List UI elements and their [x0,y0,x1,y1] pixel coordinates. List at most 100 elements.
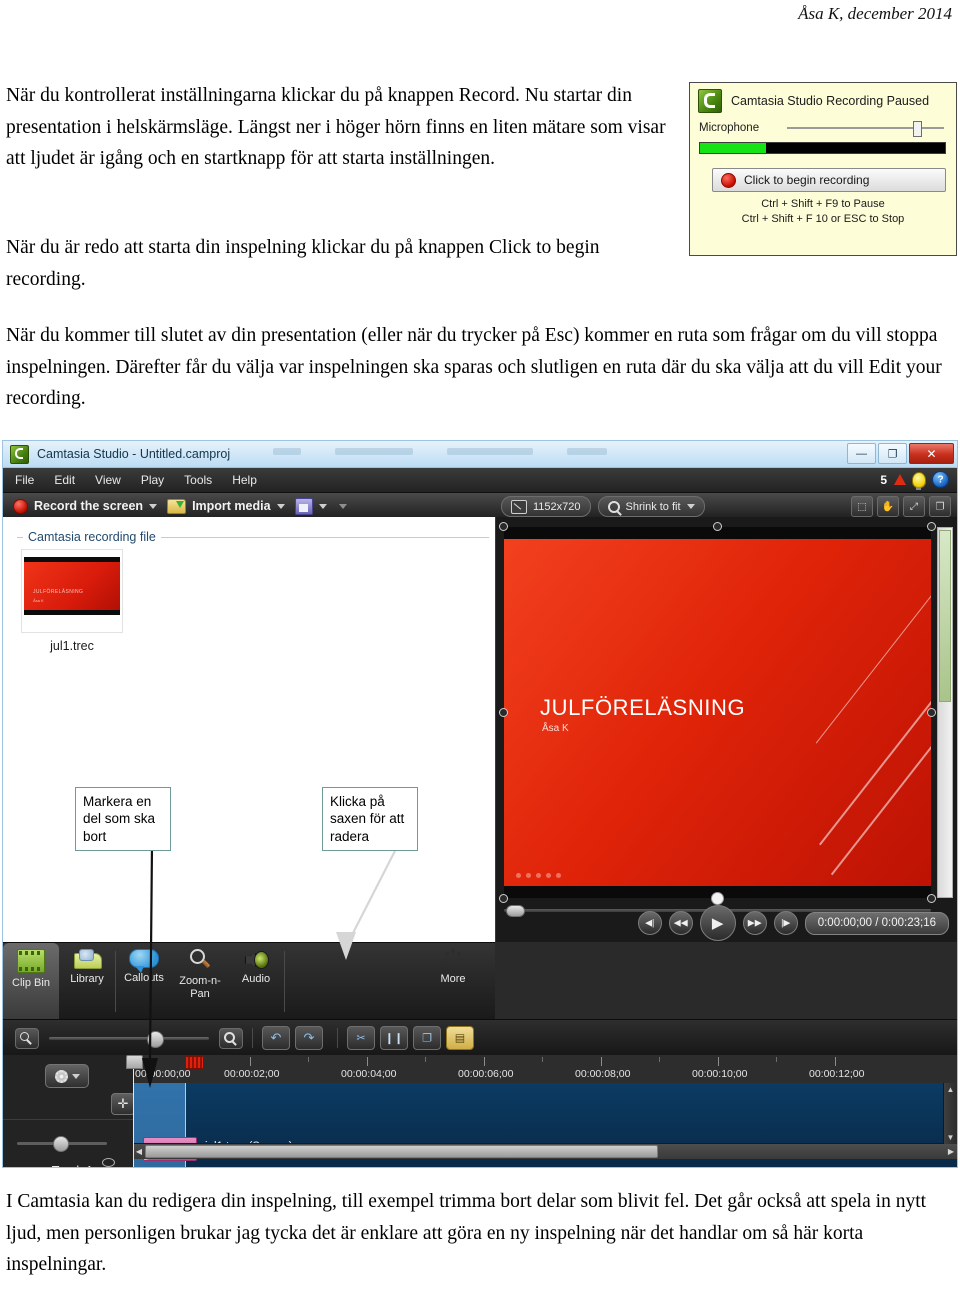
produce-and-share-button[interactable] [294,497,347,515]
markers-folder-button[interactable]: ▤ [446,1026,474,1050]
hint-pause: Ctrl + Shift + F9 to Pause [761,198,885,210]
clip-thumbnail-title: JULFÖRELÄSNING [33,589,84,595]
zoom-slider-knob[interactable] [147,1030,164,1048]
menu-item-help[interactable]: Help [232,473,257,487]
ghost-tab [335,448,413,455]
scroll-right-button[interactable]: ▶ [946,1146,956,1157]
canvas-dimensions-button[interactable]: 1152x720 [501,496,591,517]
close-button[interactable]: ✕ [909,443,954,464]
timeline-playhead[interactable] [126,1055,143,1167]
zoom-in-icon[interactable] [219,1027,243,1049]
chevron-down-icon[interactable] [149,503,158,509]
audio-waveform [133,1159,953,1168]
chevron-down-icon[interactable] [71,1073,80,1079]
menu-item-tools[interactable]: Tools [184,473,212,487]
rewind-button[interactable]: ◀◀ [668,911,693,935]
scroll-up-button[interactable]: ▲ [944,1085,957,1094]
maximize-button[interactable]: ❐ [878,443,907,464]
split-button[interactable]: ❙❙ [380,1026,408,1050]
track-height-slider[interactable] [17,1136,107,1152]
tab-audio[interactable]: Audio [228,943,284,1020]
tips-bulb-icon[interactable] [912,471,926,490]
timeline-marker[interactable] [185,1056,204,1069]
scroll-left-button[interactable]: ◀ [134,1146,144,1157]
menu-item-edit[interactable]: Edit [54,473,75,487]
clip-bin-group-label: Camtasia recording file [23,530,161,544]
canvas-resize-handle-tr[interactable] [927,522,936,531]
scroll-down-button[interactable]: ▼ [944,1133,957,1142]
scrollbar-thumb[interactable] [939,530,951,702]
microphone-volume-slider[interactable] [787,121,944,137]
canvas-resize-handle-tl[interactable] [499,522,508,531]
paragraph-begin-recording: När du är redo att starta din inspelning… [6,237,600,290]
tab-more[interactable]: More [425,943,481,1020]
cut-scissors-button[interactable]: ✂ [347,1026,375,1050]
timeline-ruler[interactable]: 00:00:00;00 00:00:02;00 00:00:04;00 00:0… [133,1055,957,1084]
timeline-body[interactable]: 00:00:00;00 00:00:02;00 00:00:04;00 00:0… [126,1055,957,1168]
tool-tab-strip: Clip Bin Library Callouts Zoom-n-Pan Aud… [3,942,495,1020]
import-media-button[interactable]: Import media [167,498,285,514]
undo-button[interactable]: ↶ [262,1026,290,1050]
fast-forward-button[interactable]: ▶▶ [742,911,767,935]
canvas-resize-handle-br[interactable] [927,894,936,903]
play-button[interactable]: ▶ [699,905,736,941]
chevron-down-icon[interactable] [686,504,695,509]
record-dot-icon [721,172,736,188]
zoom-out-icon[interactable] [15,1027,39,1049]
slider-knob[interactable] [913,121,922,137]
scrollbar-thumb[interactable] [145,1145,658,1158]
import-media-label: Import media [192,499,271,513]
canvas-resize-handle-tc[interactable] [712,522,722,531]
timeline-horizontal-scrollbar[interactable]: ◀ ▶ [133,1143,957,1159]
menu-item-file[interactable]: File [15,473,34,487]
tab-library[interactable]: Library [59,943,115,1020]
timeline-vertical-scrollbar[interactable]: ▲ ▼ [943,1083,957,1144]
slider-knob[interactable] [53,1136,69,1152]
alert-cone-icon[interactable] [893,473,906,486]
fit-to-window-button[interactable]: ⤢ [903,496,925,517]
annotation-select-part: Markera en del som ska bort [75,787,171,851]
chevron-down-icon[interactable] [318,503,327,509]
notification-count: 5 [880,472,887,487]
help-question-icon[interactable]: ? [932,471,949,488]
chevron-down-icon[interactable] [276,503,285,509]
tab-clip-bin[interactable]: Clip Bin [3,943,59,1020]
scrubber-knob[interactable] [506,905,525,917]
redo-button[interactable]: ↷ [295,1026,323,1050]
canvas-resize-handle-bl[interactable] [499,894,508,903]
clip-bin-item[interactable]: JULFÖRELÄSNING Åsa K [21,549,123,633]
pan-hand-button[interactable]: ✋ [877,496,899,517]
tab-divider [284,951,285,1012]
playhead-handle[interactable] [126,1055,143,1069]
track-visibility-icon[interactable] [102,1158,115,1167]
tab-callouts[interactable]: Callouts [116,943,172,1020]
toolbar-overflow-icon[interactable] [338,503,347,509]
tab-label: Callouts [124,972,164,984]
add-track-button[interactable]: ✛ [111,1093,135,1115]
canvas-zoom-value: Shrink to fit [625,500,681,513]
preview-vertical-scrollbar[interactable] [937,527,953,898]
clip-bin-item-name: jul1.trec [50,639,94,653]
jump-to-end-button[interactable]: |▶ [773,911,798,935]
jump-to-start-button[interactable]: ◀| [637,911,662,935]
slide-footer-icons [516,873,561,878]
ruler-tick-label: 00:00:06;00 [458,1068,514,1080]
canvas-resize-handle-mr[interactable] [927,707,936,717]
minimize-button[interactable]: — [847,443,876,464]
timeline-options-button[interactable] [45,1064,89,1088]
tab-zoom-n-pan[interactable]: Zoom-n-Pan [172,943,228,1020]
canvas-zoom-button[interactable]: Shrink to fit [597,496,705,517]
menu-item-view[interactable]: View [95,473,121,487]
click-to-begin-recording-button[interactable]: Click to begin recording [712,168,946,192]
crop-tool-button[interactable]: ⬚ [851,496,873,517]
record-the-screen-button[interactable]: Record the screen [13,498,158,514]
timeline-area: ✛ Track 1 [3,1055,957,1167]
timeline-zoom-slider[interactable] [15,1027,243,1049]
recorder-status-title: Camtasia Studio Recording Paused [731,94,930,108]
detach-canvas-button[interactable]: ❐ [929,496,951,517]
copy-button[interactable]: ❐ [413,1026,441,1050]
zoom-slider-track[interactable] [49,1030,209,1048]
menu-item-play[interactable]: Play [141,473,164,487]
preview-canvas[interactable]: JULFÖRELÄSNING Åsa K [499,522,936,905]
canvas-resize-handle-ml[interactable] [499,707,508,717]
